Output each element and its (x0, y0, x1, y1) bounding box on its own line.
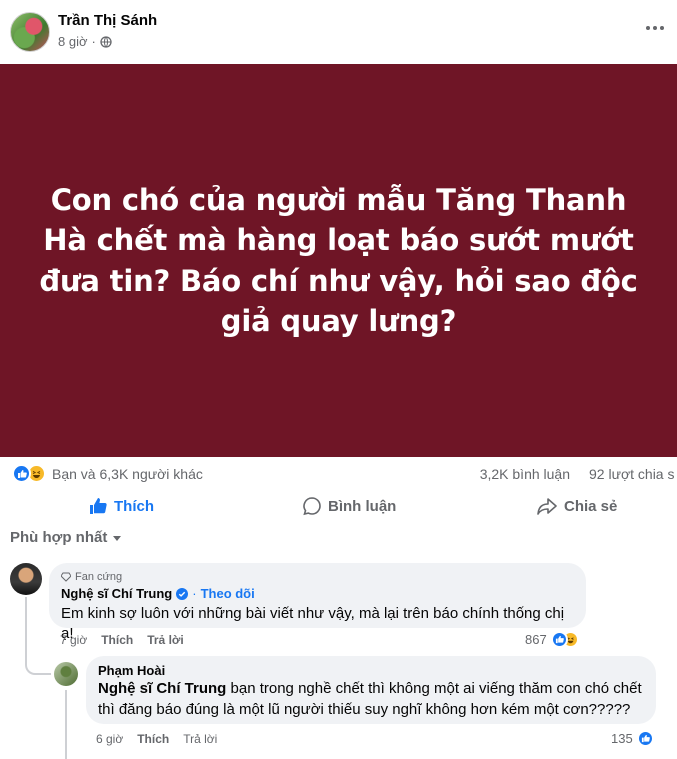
commenter-row: Nghệ sĩ Chí Trung · Theo dõi (61, 586, 574, 601)
commenter-avatar[interactable] (10, 563, 42, 595)
diamond-icon (61, 572, 71, 582)
shares-count[interactable]: 92 lượt chia s (589, 466, 674, 482)
comment-bubble: Fan cứng Nghệ sĩ Chí Trung · Theo dõi Em… (49, 563, 586, 642)
post-stats: Bạn và 6,3K người khác 3,2K bình luận 92… (0, 460, 677, 490)
fan-badge: Fan cứng (61, 570, 574, 584)
comment-time[interactable]: 7 giờ (60, 633, 87, 647)
post-actions: Thích Bình luận Chia sẻ (0, 490, 677, 522)
comment-sort-dropdown[interactable]: Phù hợp nhất (10, 529, 122, 546)
like-button[interactable]: Thích (88, 494, 154, 518)
comments-count[interactable]: 3,2K bình luận (480, 466, 570, 482)
reply-reply-button[interactable]: Trả lời (183, 732, 217, 746)
comment-reply-button[interactable]: Trả lời (147, 633, 184, 647)
post-image[interactable]: Con chó của người mẫu Tăng Thanh Hà chết… (0, 64, 677, 457)
share-icon (537, 498, 557, 515)
thread-connector (65, 690, 67, 759)
like-label: Thích (114, 497, 154, 515)
comment-reaction-count: 867 (525, 632, 547, 647)
reply-commenter-name[interactable]: Phạm Hoài (98, 663, 644, 678)
post-header: Trần Thị Sánh 8 giờ · (0, 0, 677, 64)
like-reaction-icon (12, 464, 31, 483)
reply-meta: 6 giờ Thích Trả lời (96, 732, 217, 746)
comment-meta: 7 giờ Thích Trả lời (60, 633, 184, 647)
reply-reactions[interactable]: 135 (611, 730, 654, 747)
verified-icon (176, 587, 189, 600)
reactions-summary[interactable]: Bạn và 6,3K người khác (12, 464, 203, 483)
comment-label: Bình luận (328, 497, 397, 515)
follow-button[interactable]: Theo dõi (201, 586, 255, 601)
reply-text: Nghệ sĩ Chí Trung bạn trong nghề chết th… (98, 679, 644, 720)
share-label: Chia sẻ (564, 497, 618, 515)
sort-label: Phù hợp nhất (10, 529, 108, 546)
dot-separator: · (192, 586, 197, 601)
post-meta: 8 giờ · (58, 34, 112, 49)
thread-connector (25, 597, 51, 675)
author-avatar[interactable] (10, 12, 50, 52)
comment-like-button[interactable]: Thích (101, 633, 133, 647)
reply-bubble: Phạm Hoài Nghệ sĩ Chí Trung bạn trong ng… (86, 656, 656, 724)
reply-time[interactable]: 6 giờ (96, 732, 123, 746)
dot-separator: · (91, 34, 96, 49)
like-reaction-icon (550, 631, 568, 648)
author-name[interactable]: Trần Thị Sánh (58, 12, 157, 29)
thumbs-up-icon (90, 498, 107, 514)
post-image-text: Con chó của người mẫu Tăng Thanh Hà chết… (39, 183, 638, 338)
commenter-name[interactable]: Nghệ sĩ Chí Trung (61, 586, 172, 601)
reply-like-button[interactable]: Thích (137, 732, 169, 746)
post-time[interactable]: 8 giờ (58, 34, 88, 49)
like-reaction-icon (636, 730, 654, 747)
globe-icon (100, 35, 112, 48)
comment-reactions[interactable]: 867 (525, 631, 579, 648)
reply-reaction-count: 135 (611, 731, 633, 746)
fan-badge-label: Fan cứng (75, 571, 123, 583)
reactors-text: Bạn và 6,3K người khác (52, 465, 203, 482)
comment-button[interactable]: Bình luận (302, 494, 396, 518)
reply-commenter-avatar[interactable] (54, 662, 78, 686)
more-options-icon[interactable] (641, 18, 669, 38)
caret-down-icon (113, 536, 122, 541)
mentioned-user[interactable]: Nghệ sĩ Chí Trung (98, 680, 226, 697)
share-button[interactable]: Chia sẻ (536, 494, 617, 518)
comment-icon (303, 497, 321, 516)
